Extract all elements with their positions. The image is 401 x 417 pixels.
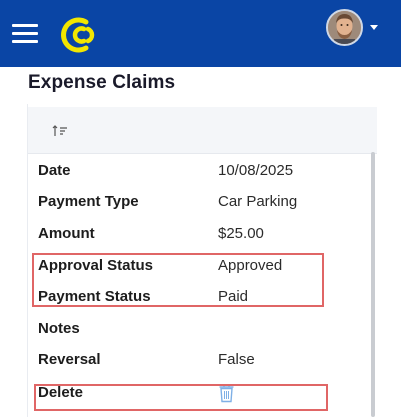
sort-ascending-icon[interactable] xyxy=(52,125,68,137)
user-menu-button[interactable] xyxy=(326,9,378,47)
payment-type-label: Payment Type xyxy=(38,193,139,210)
reversal-value: False xyxy=(218,351,255,368)
user-avatar xyxy=(326,9,363,46)
amount-value: $25.00 xyxy=(218,225,264,242)
date-label: Date xyxy=(38,162,71,179)
page-title: Expense Claims xyxy=(28,72,176,93)
delete-highlight-box xyxy=(34,384,328,411)
card-toolbar xyxy=(28,107,377,154)
status-highlight-box xyxy=(32,253,324,307)
date-value: 10/08/2025 xyxy=(218,162,294,179)
notes-label: Notes xyxy=(38,320,80,337)
amount-label: Amount xyxy=(38,225,95,242)
vertical-scrollbar[interactable] xyxy=(371,152,375,417)
payment-type-value: Car Parking xyxy=(218,193,298,210)
top-navigation-bar xyxy=(0,0,401,67)
reversal-label: Reversal xyxy=(38,351,101,368)
chevron-down-icon xyxy=(370,25,378,30)
company-logo-icon[interactable] xyxy=(58,14,100,56)
hamburger-menu-icon[interactable] xyxy=(12,22,38,44)
